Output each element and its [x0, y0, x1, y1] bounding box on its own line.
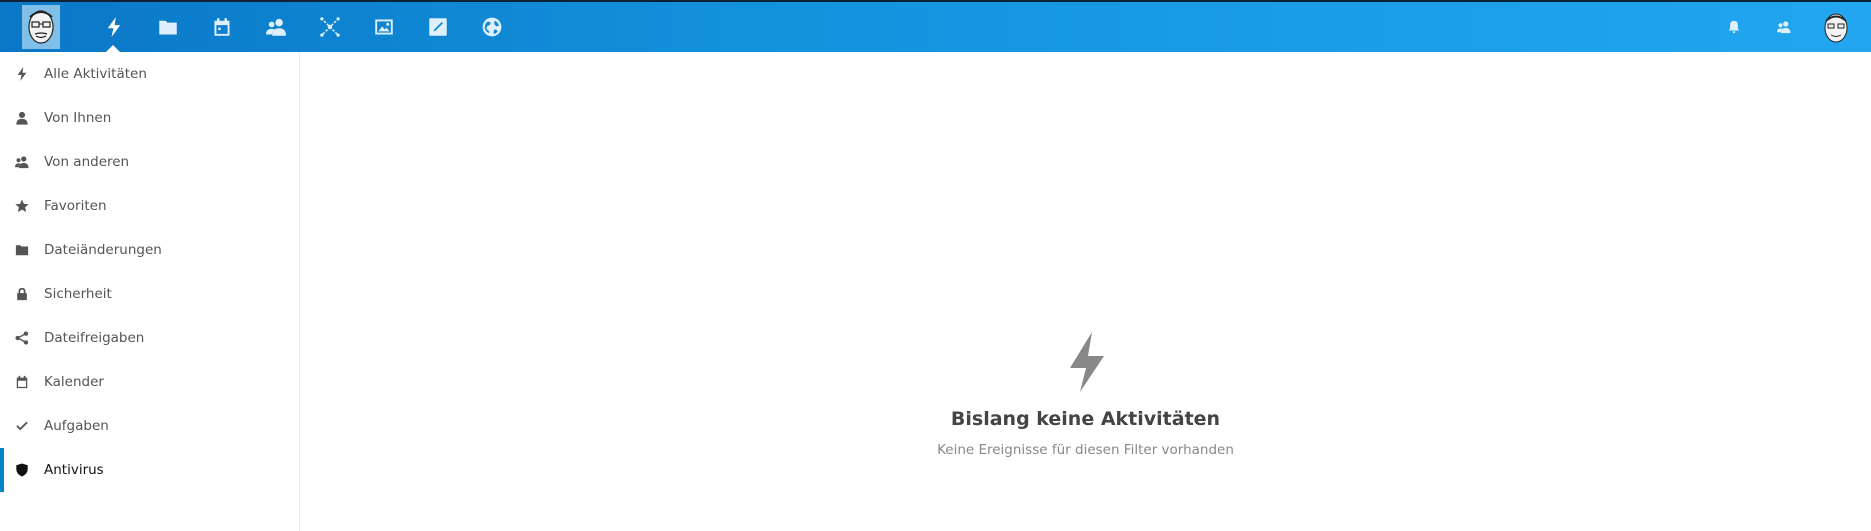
sidebar-item-favorites[interactable]: Favoriten — [0, 184, 299, 228]
top-header — [0, 0, 1871, 52]
user-avatar[interactable] — [1822, 12, 1850, 44]
checkmark-icon — [14, 418, 30, 434]
active-app-indicator — [106, 45, 120, 52]
contacts-menu-icon[interactable] — [1775, 18, 1793, 36]
logo-avatar[interactable] — [22, 5, 60, 49]
lightning-icon — [14, 66, 30, 82]
sidebar-item-file-shares[interactable]: Dateifreigaben — [0, 316, 299, 360]
contacts-icon[interactable] — [265, 16, 287, 38]
sidebar-item-label: Dateifreigaben — [44, 330, 145, 346]
shield-icon — [14, 462, 30, 478]
sidebar-item-all-activities[interactable]: Alle Aktivitäten — [0, 52, 299, 96]
empty-state-subtitle: Keine Ereignisse für diesen Filter vorha… — [937, 442, 1234, 458]
sidebar-item-label: Favoriten — [44, 198, 107, 214]
people-icon — [14, 154, 30, 170]
sidebar-item-label: Aufgaben — [44, 418, 109, 434]
person-icon — [14, 110, 30, 126]
sidebar-item-label: Antivirus — [44, 462, 104, 478]
sidebar-item-security[interactable]: Sicherheit — [0, 272, 299, 316]
sidebar-item-file-changes[interactable]: Dateiänderungen — [0, 228, 299, 272]
sidebar-item-label: Alle Aktivitäten — [44, 66, 147, 82]
empty-state: Bislang keine Aktivitäten Keine Ereignis… — [300, 330, 1871, 458]
sidebar-item-by-others[interactable]: Von anderen — [0, 140, 299, 184]
edit-icon[interactable] — [427, 16, 449, 38]
sidebar-item-label: Kalender — [44, 374, 104, 390]
calendar-icon — [14, 374, 30, 390]
folder-icon — [14, 242, 30, 258]
network-icon[interactable] — [319, 16, 341, 38]
sidebar-item-label: Von anderen — [44, 154, 130, 170]
image-icon[interactable] — [373, 16, 395, 38]
star-icon — [14, 198, 30, 214]
bell-icon[interactable] — [1725, 18, 1743, 36]
lock-icon — [14, 286, 30, 302]
sidebar-item-antivirus[interactable]: Antivirus — [0, 448, 299, 492]
sidebar-item-label: Von Ihnen — [44, 110, 112, 126]
sidebar-item-by-you[interactable]: Von Ihnen — [0, 96, 299, 140]
lightning-icon[interactable] — [103, 16, 125, 38]
folder-icon[interactable] — [157, 16, 179, 38]
calendar-icon[interactable] — [211, 16, 233, 38]
empty-state-title: Bislang keine Aktivitäten — [950, 408, 1221, 430]
sidebar-item-label: Sicherheit — [44, 286, 112, 302]
globe-icon[interactable] — [481, 16, 503, 38]
lightning-icon — [1062, 330, 1110, 394]
sidebar-item-label: Dateiänderungen — [44, 242, 162, 258]
sidebar-item-calendar[interactable]: Kalender — [0, 360, 299, 404]
share-icon — [14, 330, 30, 346]
activity-filter-sidebar: Alle Aktivitäten Von Ihnen Von anderen F… — [0, 52, 300, 531]
sidebar-item-tasks[interactable]: Aufgaben — [0, 404, 299, 448]
